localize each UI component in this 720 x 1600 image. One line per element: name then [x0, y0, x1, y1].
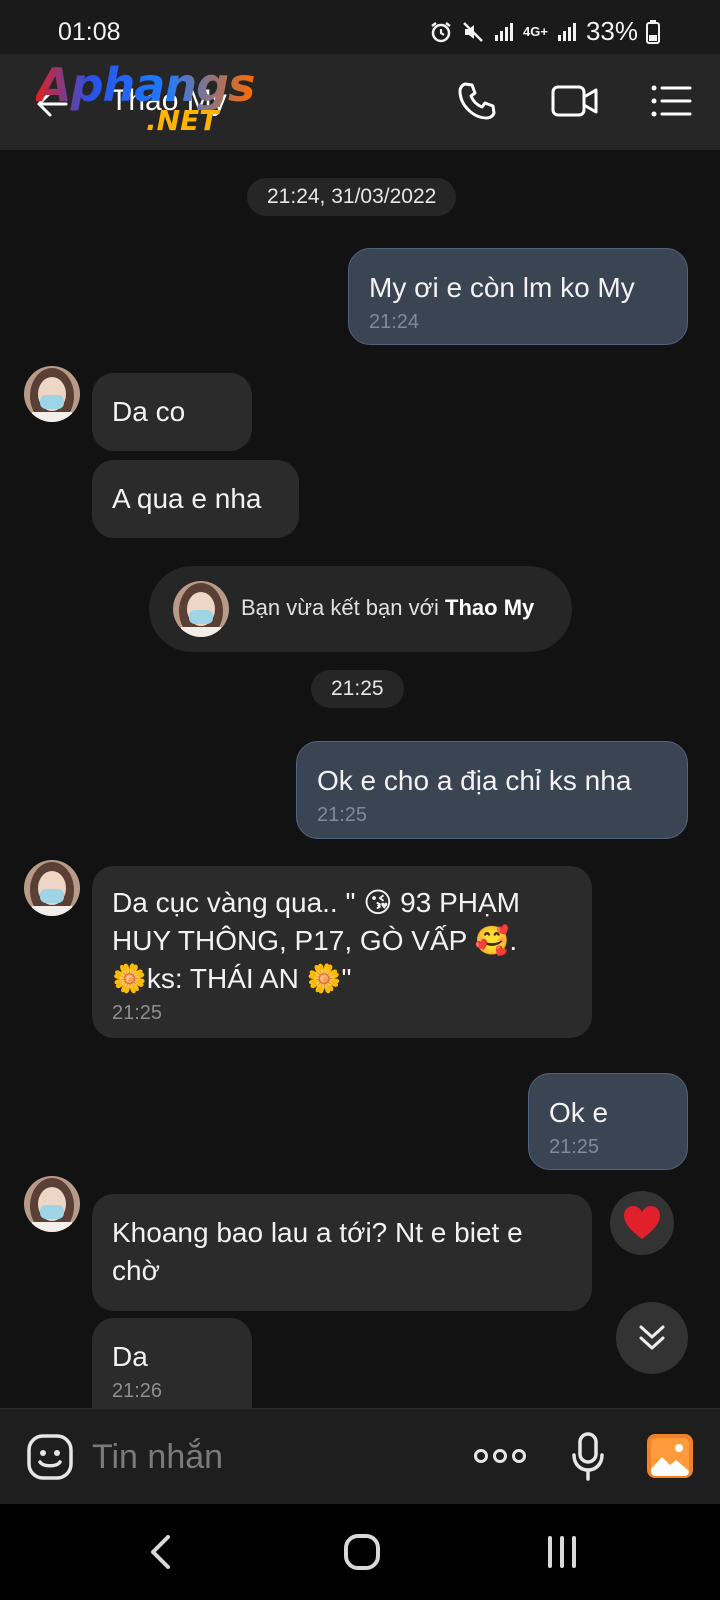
phone-icon[interactable]	[456, 80, 498, 122]
message-text: My ơi e còn lm ko My	[369, 272, 635, 303]
nav-back-icon[interactable]	[148, 1534, 172, 1570]
message-composer	[0, 1408, 720, 1504]
friend-notice-text: Bạn vừa kết bạn với Thao My	[241, 595, 534, 621]
date-separator: 21:25	[311, 670, 404, 708]
message-text: Ok e	[549, 1097, 609, 1128]
friend-notice-name: Thao My	[445, 595, 535, 620]
message-bubble-incoming[interactable]: A qua e nha	[92, 460, 299, 538]
message-text: Ok e cho a địa chỉ ks nha	[317, 765, 632, 796]
date-separator: 21:24, 31/03/2022	[247, 178, 457, 216]
reaction-button[interactable]	[610, 1191, 674, 1255]
message-line: Da cục vàng qua.. " 😘 93 PHẠM	[112, 887, 520, 918]
status-bar: 01:08 4G+ 33%	[0, 0, 720, 62]
alarm-icon	[431, 21, 451, 42]
chat-header: Thao My Aphangs .NET	[0, 54, 720, 150]
message-time: 21:26	[112, 1380, 163, 1402]
message-line: chờ	[112, 1255, 160, 1286]
contact-avatar[interactable]	[24, 860, 80, 916]
message-line: Khoang bao lau a tới? Nt e biet e	[112, 1217, 523, 1248]
signal-icon	[495, 22, 514, 41]
system-nav-bar	[0, 1504, 720, 1600]
watermark-sub: .NET	[146, 104, 219, 137]
chat-area[interactable]: 21:24, 31/03/2022 My ơi e còn lm ko My 2…	[0, 150, 720, 1408]
battery-percent: 33%	[585, 16, 638, 46]
message-time: 21:25	[317, 804, 368, 826]
status-icons: 4G+ 33%	[429, 16, 660, 47]
signal-icon-2	[557, 22, 576, 41]
friend-notice-prefix: Bạn vừa kết bạn với	[241, 595, 446, 620]
message-time: 21:24	[369, 311, 420, 333]
mute-icon	[463, 21, 483, 42]
message-text: Da co	[112, 396, 186, 427]
message-bubble-incoming[interactable]: Da co	[92, 373, 252, 451]
scroll-to-bottom-button[interactable]	[616, 1302, 688, 1374]
friend-added-notice: Bạn vừa kết bạn với Thao My	[149, 566, 572, 652]
video-camera-icon[interactable]	[550, 80, 600, 122]
microphone-icon[interactable]	[570, 1431, 606, 1483]
network-type: 4G+	[523, 24, 548, 39]
message-time: 21:25	[112, 1002, 163, 1024]
contact-avatar[interactable]	[24, 366, 80, 422]
smiley-icon[interactable]	[26, 1433, 74, 1481]
battery-icon	[646, 19, 660, 44]
image-gallery-icon[interactable]	[646, 1433, 694, 1479]
contact-avatar[interactable]	[24, 1176, 80, 1232]
menu-list-icon[interactable]	[650, 80, 692, 122]
message-bubble-incoming[interactable]: Khoang bao lau a tới? Nt e biet e chờ	[92, 1194, 592, 1311]
message-line: HUY THÔNG, P17, GÒ VẤP 🥰.	[112, 925, 518, 956]
contact-avatar	[173, 581, 229, 637]
message-input[interactable]	[92, 1431, 432, 1483]
message-time: 21:25	[549, 1136, 600, 1158]
more-dots-icon[interactable]	[474, 1445, 526, 1467]
message-bubble-incoming[interactable]: Da 21:26	[92, 1318, 252, 1408]
message-line: 🌼ks: THÁI AN 🌼"	[112, 963, 352, 994]
watermark-logo: Aphangs .NET	[36, 58, 266, 138]
message-text: A qua e nha	[112, 483, 262, 514]
message-bubble-outgoing[interactable]: Ok e cho a địa chỉ ks nha 21:25	[296, 741, 688, 839]
message-bubble-outgoing[interactable]: My ơi e còn lm ko My 21:24	[348, 248, 688, 345]
heart-icon	[624, 1206, 660, 1239]
message-text: Da	[112, 1341, 148, 1372]
message-bubble-outgoing[interactable]: Ok e 21:25	[528, 1073, 688, 1170]
message-bubble-incoming[interactable]: Da cục vàng qua.. " 😘 93 PHẠM HUY THÔNG,…	[92, 866, 592, 1038]
nav-recent-apps-icon[interactable]	[546, 1536, 578, 1568]
double-chevron-down-icon	[639, 1325, 665, 1350]
nav-home-icon[interactable]	[344, 1534, 380, 1570]
status-time: 01:08	[58, 18, 121, 46]
